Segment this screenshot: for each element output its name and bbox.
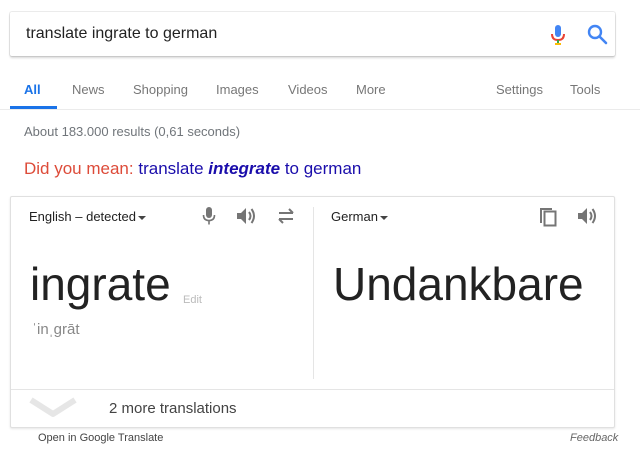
translate-card: English – detected German ingrate Edit ˈ… bbox=[10, 196, 615, 428]
speaker-icon[interactable] bbox=[576, 206, 598, 226]
open-in-google-translate-link[interactable]: Open in Google Translate bbox=[38, 432, 163, 444]
tab-more[interactable]: More bbox=[356, 82, 386, 97]
suggestion-prefix: translate bbox=[138, 159, 204, 178]
suggestion-word: integrate bbox=[208, 159, 281, 178]
search-input[interactable] bbox=[26, 12, 526, 56]
edit-link[interactable]: Edit bbox=[183, 294, 202, 306]
suggestion-suffix: to german bbox=[284, 159, 362, 178]
feedback-link[interactable]: Feedback bbox=[570, 432, 618, 444]
source-text: ingrate bbox=[30, 258, 171, 310]
did-you-mean: Did you mean: translate integrate to ger… bbox=[24, 159, 361, 179]
copy-icon[interactable] bbox=[539, 205, 557, 227]
target-language-select[interactable]: German bbox=[331, 209, 388, 224]
tab-settings[interactable]: Settings bbox=[496, 82, 543, 97]
target-language-label: German bbox=[331, 209, 378, 224]
tab-shopping[interactable]: Shopping bbox=[133, 82, 188, 97]
source-language-select[interactable]: English – detected bbox=[29, 209, 146, 224]
active-tab-indicator bbox=[10, 106, 57, 109]
tab-all[interactable]: All bbox=[24, 82, 41, 97]
more-translations-button[interactable]: 2 more translations bbox=[109, 400, 237, 417]
chevron-down-icon bbox=[379, 215, 388, 220]
speaker-icon[interactable] bbox=[235, 206, 257, 226]
did-you-mean-suggestion-link[interactable]: translate integrate to german bbox=[138, 159, 361, 178]
results-count: About 183.000 results (0,61 seconds) bbox=[24, 124, 241, 139]
tab-images[interactable]: Images bbox=[216, 82, 259, 97]
card-horizontal-divider bbox=[11, 389, 614, 390]
pronunciation: ˈinˌgrāt bbox=[32, 321, 80, 338]
chevron-down-icon bbox=[137, 215, 146, 220]
tab-tools[interactable]: Tools bbox=[570, 82, 600, 97]
card-vertical-divider bbox=[313, 207, 314, 379]
microphone-icon[interactable] bbox=[202, 206, 216, 226]
microphone-icon[interactable] bbox=[550, 24, 566, 46]
swap-languages-icon[interactable] bbox=[275, 207, 297, 225]
source-language-label: English – detected bbox=[29, 209, 136, 224]
did-you-mean-label: Did you mean: bbox=[24, 159, 134, 178]
tab-videos[interactable]: Videos bbox=[288, 82, 328, 97]
chevron-down-icon[interactable] bbox=[29, 396, 77, 422]
search-box[interactable] bbox=[10, 12, 615, 56]
search-icon[interactable] bbox=[586, 23, 608, 45]
search-tabs: All News Shopping Images Videos More Set… bbox=[0, 60, 640, 110]
tab-news[interactable]: News bbox=[72, 82, 105, 97]
translation-result: Undankbare bbox=[333, 258, 584, 310]
